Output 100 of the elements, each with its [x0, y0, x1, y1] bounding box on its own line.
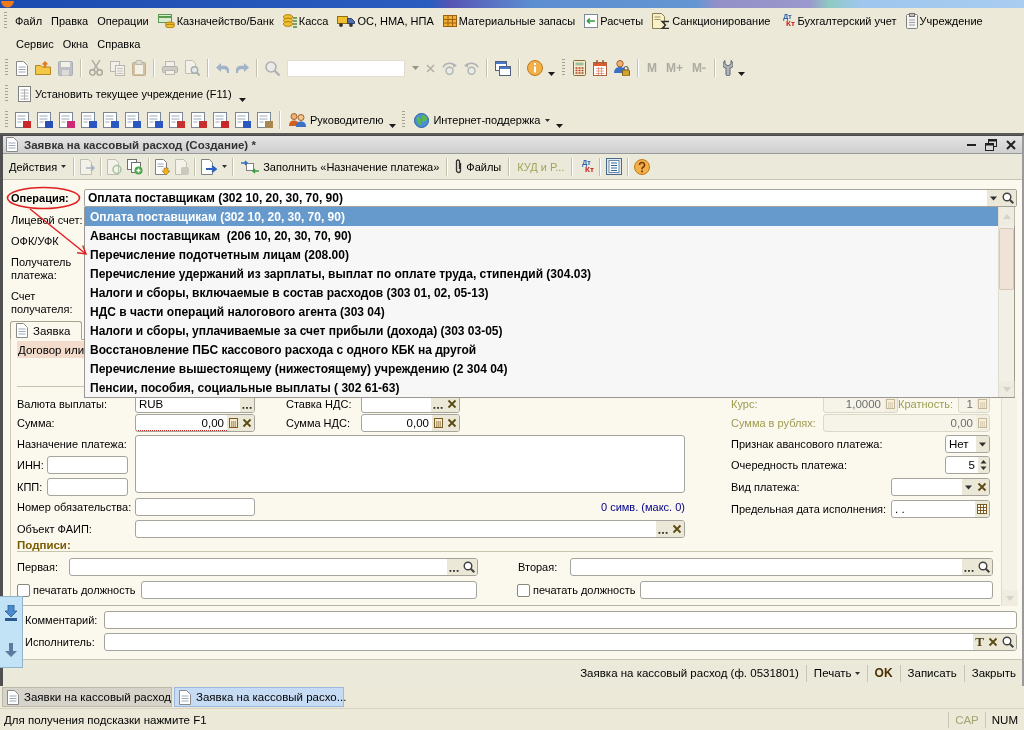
checkbox[interactable] [517, 583, 530, 597]
number-field[interactable]: 0,00 [135, 414, 255, 432]
report-icon[interactable] [213, 112, 229, 128]
user-lock-icon[interactable] [614, 60, 630, 76]
dropdown-option[interactable]: Восстановление ПБС кассового расхода с одного КБК на другой [85, 340, 998, 359]
toolbar-grip[interactable] [5, 59, 8, 77]
toolbar-button[interactable]: Интернет-поддержка [412, 110, 552, 130]
caret-icon[interactable] [548, 72, 555, 76]
report-icon[interactable] [147, 112, 163, 128]
scroll-thumb[interactable] [999, 228, 1014, 290]
toolbar-grip[interactable] [4, 11, 7, 30]
text-field[interactable] [141, 581, 477, 599]
dropdown-option[interactable]: Перечисление подотчетным лицам (208.00) [85, 245, 998, 264]
caret-icon[interactable] [962, 479, 975, 495]
dropdown-option[interactable]: Налоги и сборы, уплачиваемые за счет прибыли (дохода) (303 03-05) [85, 321, 998, 340]
cross-icon[interactable] [975, 479, 989, 495]
help-icon[interactable] [634, 158, 651, 175]
report-icon[interactable] [37, 112, 53, 128]
document-import-icon[interactable] [155, 158, 171, 175]
menu-item[interactable]: Учреждение [903, 10, 985, 31]
restore-icon[interactable] [985, 138, 997, 151]
select-field[interactable]: Нет [945, 435, 990, 453]
save-button[interactable]: Записать [903, 664, 961, 682]
menu-item[interactable]: Материальные запасы [440, 12, 578, 29]
cross-icon[interactable] [445, 415, 459, 431]
text-field[interactable] [47, 478, 128, 496]
ellipsis-icon[interactable] [656, 521, 670, 537]
menu-item[interactable]: Операции [95, 12, 151, 29]
menu-item[interactable]: Справка [95, 36, 143, 52]
tab[interactable]: Заявка [10, 321, 82, 340]
menu-item[interactable]: Сервис [14, 36, 56, 52]
menu-item[interactable]: Окна [60, 36, 91, 52]
caret-icon[interactable] [222, 165, 228, 168]
windows-icon[interactable] [495, 60, 511, 76]
menu-item[interactable]: Правка [49, 12, 91, 29]
menu-item[interactable]: Касса [280, 11, 331, 30]
calendar-icon[interactable] [593, 60, 607, 76]
report-icon[interactable] [169, 112, 185, 128]
report-icon[interactable] [15, 112, 31, 128]
text-field[interactable] [640, 581, 993, 599]
checkbox[interactable] [17, 583, 30, 597]
ok-button[interactable]: OK [870, 663, 897, 683]
toolbar-grip[interactable] [5, 85, 8, 103]
document-arrow-icon[interactable] [201, 158, 218, 175]
calculator-icon[interactable] [432, 415, 445, 431]
window-tab[interactable]: Заявка на кассовый расхо... [174, 687, 344, 707]
copy-plus-icon[interactable] [127, 158, 144, 175]
menu-item[interactable]: ОС, НМА, НПА [335, 12, 436, 29]
report-icon[interactable] [257, 112, 273, 128]
minimize-icon[interactable] [967, 143, 976, 146]
calendar-icon[interactable] [975, 501, 989, 517]
select-field[interactable]: T [104, 633, 1017, 651]
document-icon[interactable] [16, 60, 28, 76]
fill-button[interactable]: Заполнить «Назначение платежа» [239, 157, 442, 176]
toolbar-grip[interactable] [402, 111, 406, 129]
dropdown-option[interactable]: НДС в части операций налогового агента (303 04) [85, 302, 998, 321]
caret-icon[interactable] [738, 72, 745, 76]
ellipsis-icon[interactable] [962, 559, 976, 575]
select-field[interactable] [570, 558, 993, 576]
menu-item[interactable]: Расчеты [582, 11, 646, 30]
toolbar-grip[interactable] [562, 59, 565, 77]
select-field[interactable] [69, 558, 478, 576]
report-icon[interactable] [103, 112, 119, 128]
close-icon[interactable] [1006, 139, 1016, 150]
dropdown-option[interactable]: Перечисление вышестоящему (нижестоящему) учреждению (2 304 04) [85, 359, 998, 378]
caret-icon[interactable] [976, 436, 989, 452]
toolbar-grip[interactable] [5, 111, 8, 129]
select-field[interactable] [891, 478, 990, 496]
menu-item[interactable]: Казначейство/Банк [155, 11, 276, 30]
list-icon[interactable] [606, 158, 623, 175]
text-button[interactable]: T [973, 634, 986, 650]
search-icon[interactable] [1000, 190, 1016, 206]
cross-icon[interactable] [670, 521, 684, 537]
cross-icon[interactable] [986, 634, 1000, 650]
text-field[interactable] [104, 611, 1017, 629]
text-field[interactable] [135, 498, 255, 516]
text-field[interactable] [47, 456, 128, 474]
spinner-field[interactable]: 5 [945, 456, 990, 474]
toolbar-button[interactable]: Установить текущее учреждение (F11) [16, 84, 234, 104]
caret-icon[interactable] [987, 190, 1000, 206]
cross-icon[interactable] [240, 415, 254, 431]
spin-arrows-icon[interactable] [978, 457, 989, 473]
wrench-icon[interactable] [723, 60, 733, 76]
dropdown-option[interactable]: Авансы поставщикам (206 10, 20, 30, 70, 90) [85, 226, 998, 245]
report-icon[interactable] [81, 112, 97, 128]
dropdown-option[interactable]: Пенсии, пособия, социальные выплаты ( 302 61-63) [85, 378, 998, 397]
toolbar-button[interactable]: Руководителю [287, 111, 386, 129]
down-arrow-icon[interactable] [5, 643, 17, 657]
print-button[interactable]: Печать [809, 664, 864, 682]
caret-icon[interactable] [389, 124, 397, 128]
menu-item[interactable]: Санкционирование [650, 10, 773, 31]
menu-item[interactable]: Файл [13, 12, 45, 29]
operation-combo-field[interactable]: Оплата поставщикам (302 10, 20, 30, 70, 90) [84, 189, 1017, 207]
report-icon[interactable] [59, 112, 75, 128]
number-field[interactable]: 0,00 [361, 414, 460, 432]
report-icon[interactable] [191, 112, 207, 128]
search-field[interactable] [287, 59, 405, 77]
dropdown-option[interactable]: Налоги и сборы, включаемые в состав расходов (303 01, 02, 05-13) [85, 283, 998, 302]
close-button[interactable]: Закрыть [967, 664, 1020, 682]
caret-icon[interactable] [238, 98, 246, 102]
